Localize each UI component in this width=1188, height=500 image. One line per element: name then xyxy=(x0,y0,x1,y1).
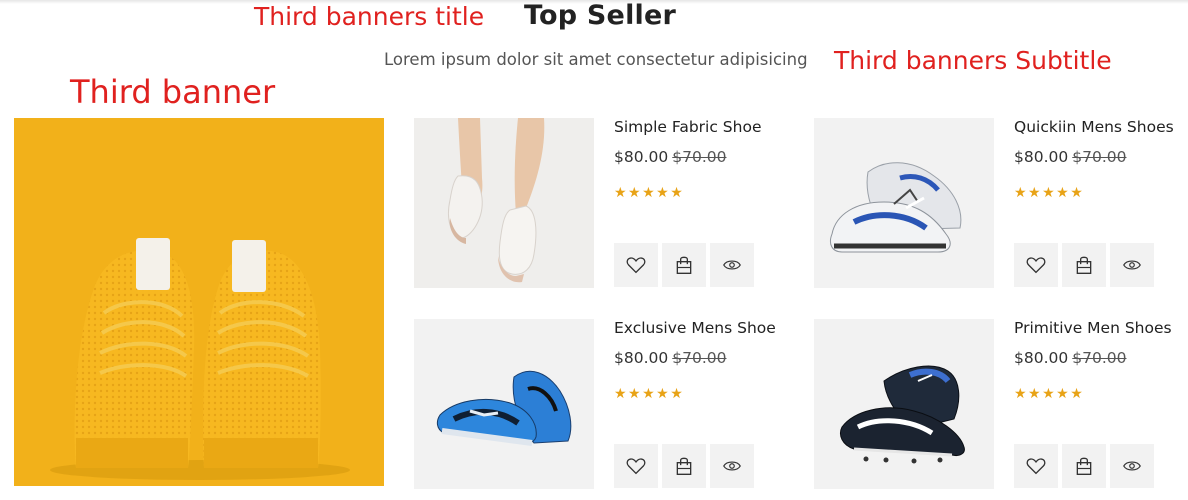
product-price: $80.00 $70.00 xyxy=(1014,349,1127,367)
wishlist-button[interactable] xyxy=(1014,243,1058,287)
shopping-bag-icon xyxy=(1076,256,1092,274)
product-name[interactable]: Quickiin Mens Shoes xyxy=(1014,118,1174,136)
product-card[interactable]: Quickiin Mens Shoes $80.00 $70.00 ★★★★★ xyxy=(814,118,1188,288)
section-subtitle: Lorem ipsum dolor sit amet consectetur a… xyxy=(384,50,808,69)
product-image-white-sneaker[interactable] xyxy=(414,118,594,288)
eye-icon xyxy=(1123,260,1141,270)
rating-stars: ★★★★★ xyxy=(614,386,685,402)
section-title: Top Seller xyxy=(524,0,677,31)
product-name[interactable]: Simple Fabric Shoe xyxy=(614,118,762,136)
product-name[interactable]: Primitive Men Shoes xyxy=(1014,319,1172,337)
shopping-bag-icon xyxy=(676,457,692,475)
current-price: $80.00 xyxy=(614,349,669,367)
current-price: $80.00 xyxy=(1014,148,1069,166)
annotation-title: Third banners title xyxy=(254,2,485,31)
rating-stars: ★★★★★ xyxy=(1014,185,1085,201)
product-price: $80.00 $70.00 xyxy=(614,349,727,367)
product-name[interactable]: Exclusive Mens Shoe xyxy=(614,319,776,337)
heart-icon xyxy=(626,257,646,274)
current-price: $80.00 xyxy=(1014,349,1069,367)
product-image-white-blue-shoes[interactable] xyxy=(814,118,994,288)
heart-icon xyxy=(626,458,646,475)
product-actions xyxy=(1014,243,1154,287)
product-price: $80.00 $70.00 xyxy=(614,148,727,166)
quick-view-button[interactable] xyxy=(1110,444,1154,488)
rating-stars: ★★★★★ xyxy=(1014,386,1085,402)
old-price: $70.00 xyxy=(1072,349,1127,367)
product-image-black-boots[interactable] xyxy=(814,319,994,489)
product-card[interactable]: Primitive Men Shoes $80.00 $70.00 ★★★★★ xyxy=(814,319,1188,489)
annotation-banner: Third banner xyxy=(70,73,276,111)
eye-icon xyxy=(1123,461,1141,471)
add-to-cart-button[interactable] xyxy=(662,243,706,287)
old-price: $70.00 xyxy=(1072,148,1127,166)
third-banner[interactable] xyxy=(14,118,384,486)
quick-view-button[interactable] xyxy=(1110,243,1154,287)
eye-icon xyxy=(723,260,741,270)
product-price: $80.00 $70.00 xyxy=(1014,148,1127,166)
product-card[interactable]: Exclusive Mens Shoe $80.00 $70.00 ★★★★★ xyxy=(414,319,794,489)
current-price: $80.00 xyxy=(614,148,669,166)
heart-icon xyxy=(1026,458,1046,475)
product-image-blue-shoes[interactable] xyxy=(414,319,594,489)
shopping-bag-icon xyxy=(1076,457,1092,475)
old-price: $70.00 xyxy=(672,148,727,166)
add-to-cart-button[interactable] xyxy=(1062,243,1106,287)
yellow-sneakers-image xyxy=(14,118,384,486)
heart-icon xyxy=(1026,257,1046,274)
add-to-cart-button[interactable] xyxy=(1062,444,1106,488)
old-price: $70.00 xyxy=(672,349,727,367)
product-actions xyxy=(1014,444,1154,488)
shopping-bag-icon xyxy=(676,256,692,274)
wishlist-button[interactable] xyxy=(1014,444,1058,488)
quick-view-button[interactable] xyxy=(710,243,754,287)
wishlist-button[interactable] xyxy=(614,243,658,287)
wishlist-button[interactable] xyxy=(614,444,658,488)
quick-view-button[interactable] xyxy=(710,444,754,488)
rating-stars: ★★★★★ xyxy=(614,185,685,201)
product-actions xyxy=(614,243,754,287)
eye-icon xyxy=(723,461,741,471)
product-actions xyxy=(614,444,754,488)
annotation-subtitle: Third banners Subtitle xyxy=(834,46,1112,75)
product-card[interactable]: Simple Fabric Shoe $80.00 $70.00 ★★★★★ xyxy=(414,118,794,288)
add-to-cart-button[interactable] xyxy=(662,444,706,488)
